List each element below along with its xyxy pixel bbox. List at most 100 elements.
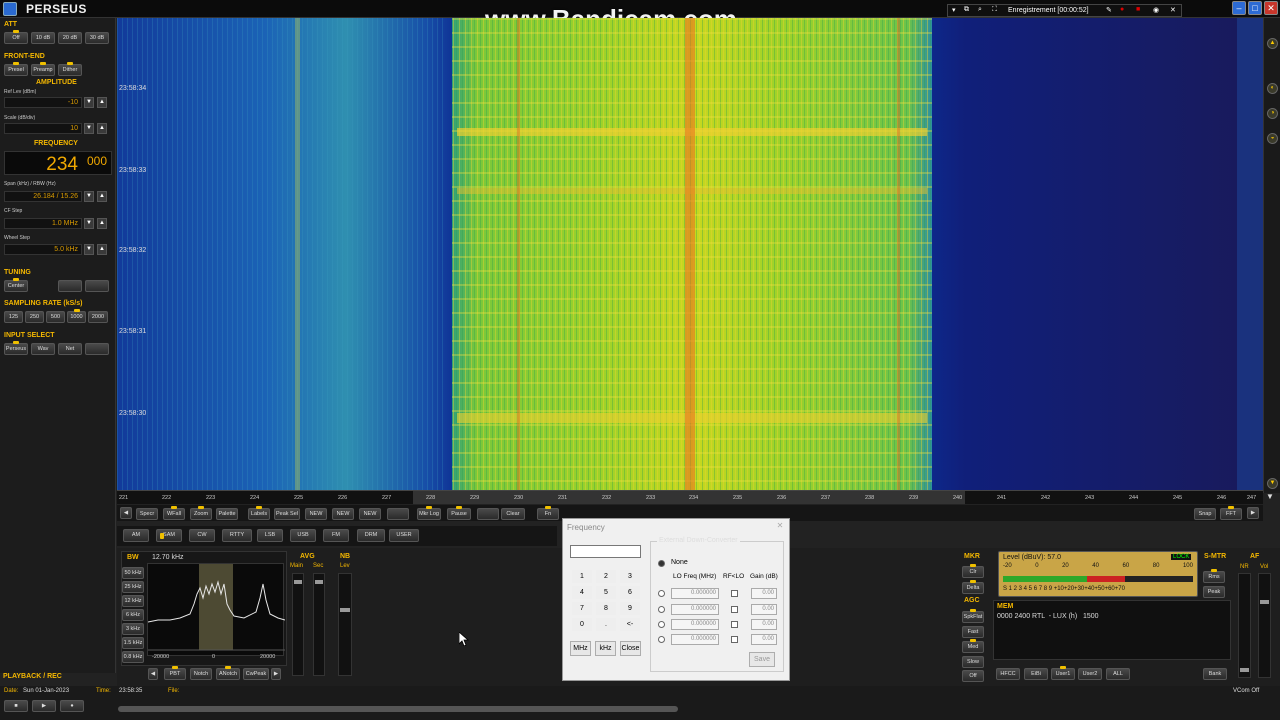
input-net-button[interactable]: Net [58,343,82,355]
rf-lo-checkbox[interactable] [731,606,738,613]
wheel-down-arrow-icon[interactable]: ▼ [84,244,94,255]
converter-radio[interactable] [658,606,665,613]
sampling-1000-button[interactable]: 1000 [67,309,86,323]
maximize-button[interactable]: □ [1248,1,1262,15]
close-icon[interactable]: ✕ [1170,6,1176,14]
chevron-down-icon[interactable]: ▾ [952,6,956,14]
left-arrow-button[interactable]: ◀ [120,507,132,519]
mode-user-button[interactable]: USER [389,529,419,542]
rf-lo-checkbox[interactable] [731,590,738,597]
tool-snap-button[interactable]: Snap [1194,508,1216,520]
window-icon[interactable]: ⧉ [964,6,969,14]
lo-freq-input[interactable]: 0.000000 [671,588,719,599]
converter-radio[interactable] [658,621,665,628]
gain-input[interactable]: 0.00 [751,619,777,630]
close-icon[interactable]: ✕ [774,521,786,533]
agc-fast-button[interactable]: Fast [962,626,984,638]
waterfall-display[interactable] [117,18,1263,490]
key-6-button[interactable]: 6 [620,586,640,599]
mkr-clr-button[interactable]: Clr [962,564,984,578]
avg-sec-slider[interactable] [313,573,325,676]
mem-user2-button[interactable]: User2 [1078,668,1102,680]
key-5-button[interactable]: 5 [596,586,616,599]
presel-button[interactable]: Presel [4,62,28,76]
scale-down-arrow-icon[interactable]: ▼ [84,123,94,134]
none-radio[interactable] [658,560,665,567]
cfstep-down-arrow-icon[interactable]: ▼ [84,218,94,229]
key-7-button[interactable]: 7 [572,602,592,615]
mode-drm-button[interactable]: DRM [357,529,385,542]
tuning-center-button[interactable]: Center [4,278,28,292]
mode-am-button[interactable]: AM [123,529,149,542]
dither-button[interactable]: Dither [58,62,82,76]
mem-all-button[interactable]: ALL [1106,668,1130,680]
tool-blank-button[interactable] [387,508,409,520]
tool-labels-button[interactable]: Labels [248,506,270,520]
tuning-button-3[interactable] [85,280,109,292]
key-8-button[interactable]: 8 [596,602,616,615]
tool-specr-button[interactable]: Specr [136,508,158,520]
key-4-button[interactable]: 4 [572,586,592,599]
key-2-button[interactable]: 2 [596,570,616,583]
smtr-peak-button[interactable]: Peak [1203,586,1225,598]
att-10db-button[interactable]: 10 dB [31,32,55,44]
mode-cw-button[interactable]: CW [189,529,215,542]
mem-hfcc-button[interactable]: HFCC [996,668,1020,680]
play-button[interactable]: ▶ [32,700,56,712]
mode-sam-button[interactable]: SAM [156,529,182,542]
smtr-rms-button[interactable]: Rms [1203,569,1225,583]
frequency-display[interactable]: 234 000 [4,151,112,175]
cfstep-up-arrow-icon[interactable]: ▲ [97,218,107,229]
camera-icon[interactable]: ◉ [1153,6,1159,14]
input-perseus-button[interactable]: Perseus [4,341,28,355]
minimize-button[interactable]: – [1232,1,1246,15]
nb-level-slider[interactable] [338,573,352,676]
span-down-arrow-icon[interactable]: ▼ [84,191,94,202]
left-arrow-button[interactable]: ◀ [148,668,158,680]
tuning-button-2[interactable] [58,280,82,292]
fullscreen-icon[interactable]: ⛶ [992,6,997,14]
lo-freq-input[interactable]: 0.000000 [671,604,719,615]
span-up-arrow-icon[interactable]: ▲ [97,191,107,202]
mode-usb-button[interactable]: USB [290,529,316,542]
agc-med-button[interactable]: Med [962,639,984,653]
save-button[interactable]: Save [749,652,775,667]
tool-pause-button[interactable]: Pause [447,506,471,520]
bw-1.5khz-button[interactable]: 1.5 kHz [122,637,144,649]
tool-wfall-button[interactable]: WFall [163,506,185,520]
agc-slow-button[interactable]: Slow [962,656,984,668]
gain-input[interactable]: 0.00 [751,588,777,599]
sampling-2000-button[interactable]: 2000 [88,311,108,323]
key-0-button[interactable]: 0 [572,618,592,631]
record-icon[interactable]: ● [1120,6,1124,13]
agc-spkflat-button[interactable]: SpkFlat [962,609,984,623]
rf-lo-checkbox[interactable] [731,636,738,643]
zoom-in-icon[interactable]: ◐ [1267,83,1278,94]
stop-button[interactable]: ■ [4,700,28,712]
tool-new-button[interactable]: NEW [305,508,327,520]
bw-6khz-button[interactable]: 6 kHz [122,609,144,621]
bw-25khz-button[interactable]: 25 kHz [122,581,144,593]
tool-fn-button[interactable]: Fn [537,506,559,520]
right-arrow-button[interactable]: ▶ [271,668,281,680]
mode-rtty-button[interactable]: RTTY [222,529,252,542]
pbt-button[interactable]: PBT [164,666,186,680]
notch-button[interactable]: Notch [190,668,212,680]
span-value[interactable]: 26.184 / 15.26 [4,191,82,202]
att-20db-button[interactable]: 20 dB [58,32,82,44]
memory-entry[interactable]: 0000 2400 RTL - LUX (h) 1500 [997,613,1099,620]
ref-level-value[interactable]: -10 [4,97,82,108]
key-1-button[interactable]: 1 [572,570,592,583]
khz-button[interactable]: kHz [595,641,616,656]
tool-blank-button[interactable] [477,508,499,520]
tool-clear-button[interactable]: Clear [501,508,525,520]
frequency-axis[interactable]: 221 222 223 224 225 226 227 228 229 230 … [117,490,1263,504]
ref-up-arrow-icon[interactable]: ▲ [97,97,107,108]
zoom-out-icon[interactable]: ◑ [1267,108,1278,119]
anotch-button[interactable]: ANotch [216,666,240,680]
mkr-delta-button[interactable]: Delta [962,580,984,594]
preamp-button[interactable]: Preamp [31,62,55,76]
pencil-icon[interactable]: ✎ [1106,6,1112,14]
mode-lsb-button[interactable]: LSB [257,529,283,542]
tool-peaksel-button[interactable]: Peak Sel [274,508,300,520]
